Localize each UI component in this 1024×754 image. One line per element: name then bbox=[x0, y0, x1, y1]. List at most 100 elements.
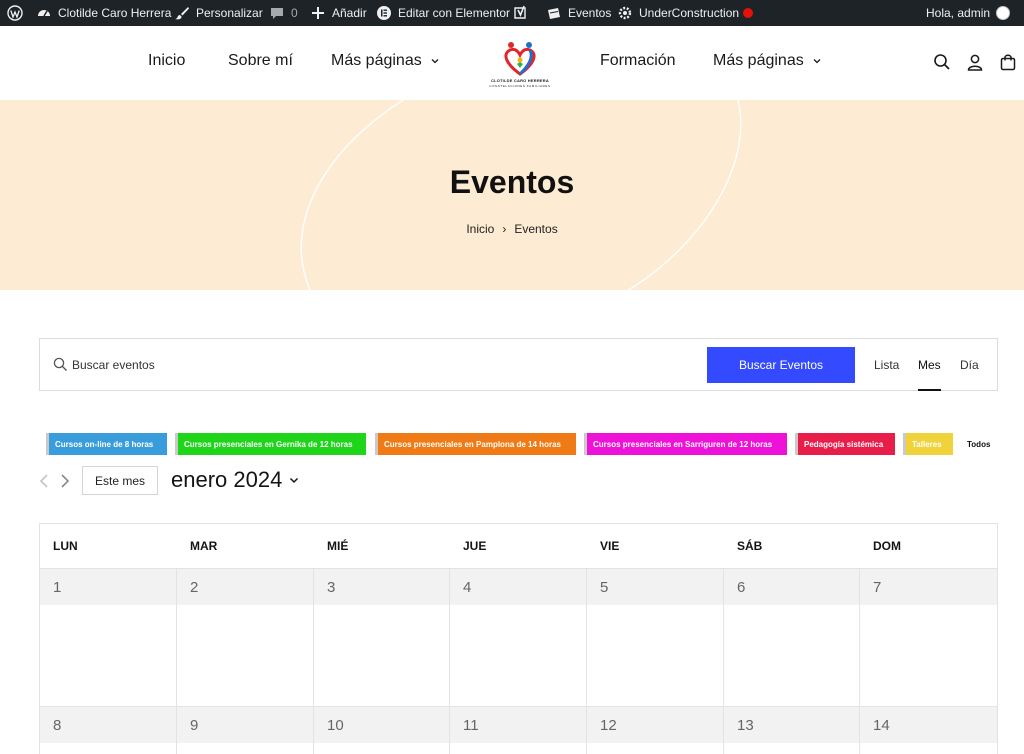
day-number: 11 bbox=[463, 717, 479, 734]
breadcrumb-home[interactable]: Inicio bbox=[466, 222, 494, 236]
calendar-day-cell[interactable]: 11 bbox=[450, 706, 587, 754]
chevron-down-icon bbox=[290, 477, 299, 484]
calendar-day-cell[interactable]: 13 bbox=[724, 706, 860, 754]
calendar-day-cell[interactable]: 12 bbox=[587, 706, 724, 754]
weekday-header: DOM bbox=[873, 539, 901, 553]
logo-text-name: CLOTILDE CARO HERRERA bbox=[491, 78, 549, 83]
calendar-day-cell[interactable]: 5 bbox=[587, 568, 724, 706]
yoast-icon bbox=[513, 5, 529, 21]
search-events-button[interactable]: Buscar Eventos bbox=[707, 347, 855, 383]
day-number: 3 bbox=[327, 579, 336, 596]
day-number: 10 bbox=[327, 717, 344, 734]
page-hero: Eventos Inicio › Eventos bbox=[0, 100, 1024, 290]
admin-add-new[interactable]: Añadir bbox=[310, 0, 367, 26]
category-filter-talleres[interactable]: Talleres bbox=[903, 433, 953, 455]
weekday-header: LUN bbox=[53, 539, 78, 553]
admin-customize-label: Personalizar bbox=[196, 6, 263, 20]
cart-icon[interactable] bbox=[999, 53, 1017, 71]
nav-mas-paginas-1[interactable]: Más páginas bbox=[331, 52, 440, 70]
logo-text-subtitle: CONSTELACIONES FAMILIARES bbox=[489, 84, 551, 88]
admin-comments[interactable]: 0 bbox=[269, 0, 298, 26]
user-icon[interactable] bbox=[966, 53, 984, 71]
weekday-header: SÁB bbox=[737, 539, 763, 553]
nav-mas-paginas-2-label: Más páginas bbox=[713, 52, 804, 69]
view-tab-list[interactable]: Lista bbox=[874, 358, 899, 372]
day-number: 12 bbox=[600, 717, 617, 734]
admin-account[interactable]: Hola, admin bbox=[926, 0, 1011, 26]
calendar-day-cell[interactable]: 1 bbox=[40, 568, 177, 706]
admin-site-name-label: Clotilde Caro Herrera bbox=[58, 6, 172, 20]
calendar-day-cell[interactable]: 6 bbox=[724, 568, 860, 706]
day-number: 14 bbox=[873, 717, 890, 734]
calendar-day-cell[interactable]: 3 bbox=[314, 568, 450, 706]
view-tab-month[interactable]: Mes bbox=[918, 358, 941, 372]
header-search-icon[interactable] bbox=[933, 53, 951, 71]
breadcrumb-separator: › bbox=[502, 222, 507, 236]
calendar-day-cell[interactable]: 8 bbox=[40, 706, 177, 754]
page-title: Eventos bbox=[449, 164, 575, 200]
breadcrumb-current: Eventos bbox=[514, 222, 558, 236]
nav-mas-paginas-2[interactable]: Más páginas bbox=[713, 52, 822, 70]
comment-icon bbox=[269, 5, 285, 21]
gear-icon bbox=[617, 5, 633, 21]
month-picker[interactable]: enero 2024 bbox=[171, 467, 300, 493]
category-filter-all[interactable]: Todos bbox=[967, 433, 990, 455]
avatar bbox=[996, 6, 1011, 20]
category-filter-pedagogia[interactable]: Pedagogía sistémica bbox=[795, 433, 895, 455]
calendar-day-cell[interactable]: 9 bbox=[177, 706, 314, 754]
admin-under-construction-label: UnderConstruction bbox=[639, 6, 740, 20]
day-number: 2 bbox=[190, 579, 199, 596]
category-filter-online[interactable]: Cursos on-line de 8 horas bbox=[46, 433, 167, 455]
day-number: 6 bbox=[737, 579, 746, 596]
category-filter-pamplona[interactable]: Cursos presenciales en Pamplona de 14 ho… bbox=[375, 433, 576, 455]
dashboard-icon bbox=[36, 5, 52, 21]
status-dot-icon bbox=[743, 8, 754, 18]
admin-elementor-label: Editar con Elementor bbox=[398, 6, 511, 20]
day-number: 8 bbox=[53, 717, 62, 734]
next-month-icon[interactable] bbox=[58, 473, 72, 489]
view-tab-day[interactable]: Día bbox=[960, 358, 979, 372]
admin-events[interactable]: Eventos bbox=[546, 0, 611, 26]
month-calendar: LUN MAR MIÉ JUE VIE SÁB DOM 1 2 3 4 5 6 … bbox=[39, 523, 998, 754]
search-icon bbox=[53, 357, 67, 371]
calendar-day-cell[interactable]: 7 bbox=[860, 568, 997, 706]
category-filter-sarriguren[interactable]: Cursos presenciales en Sarriguren de 12 … bbox=[584, 433, 787, 455]
admin-events-label: Eventos bbox=[568, 6, 612, 20]
search-input[interactable] bbox=[72, 352, 672, 378]
admin-site-name[interactable]: Clotilde Caro Herrera bbox=[36, 0, 171, 26]
nav-sobre-mi[interactable]: Sobre mí bbox=[228, 52, 293, 70]
admin-yoast[interactable] bbox=[513, 0, 535, 26]
breadcrumb: Inicio › Eventos bbox=[0, 222, 1024, 236]
site-header: Inicio Sobre mí Más páginas CLOTILDE CAR… bbox=[0, 26, 1024, 100]
calendar-day-cell[interactable]: 4 bbox=[450, 568, 587, 706]
day-number: 13 bbox=[737, 717, 754, 734]
weekday-header: VIE bbox=[600, 539, 620, 553]
wordpress-logo-link[interactable] bbox=[7, 0, 29, 26]
logo-icon bbox=[504, 42, 536, 76]
nav-inicio[interactable]: Inicio bbox=[148, 52, 185, 70]
calendar-day-cell[interactable]: 14 bbox=[860, 706, 997, 754]
brush-icon bbox=[174, 5, 190, 21]
day-number: 1 bbox=[53, 579, 62, 596]
category-filter-gernika[interactable]: Cursos presenciales en Gernika de 12 hor… bbox=[175, 433, 366, 455]
day-number: 7 bbox=[873, 579, 882, 596]
admin-bar: Clotilde Caro Herrera Personalizar 0 Aña… bbox=[0, 0, 1024, 26]
current-month-label: enero 2024 bbox=[171, 467, 283, 492]
today-button[interactable]: Este mes bbox=[82, 466, 158, 495]
events-search-bar: Buscar Eventos Lista Mes Día bbox=[39, 338, 998, 391]
calendar-day-cell[interactable]: 10 bbox=[314, 706, 450, 754]
active-view-indicator bbox=[918, 389, 941, 391]
admin-elementor[interactable]: Editar con Elementor bbox=[376, 0, 510, 26]
calendar-day-cell[interactable]: 2 bbox=[177, 568, 314, 706]
site-logo[interactable]: CLOTILDE CARO HERRERA CONSTELACIONES FAM… bbox=[488, 38, 552, 94]
admin-comments-count: 0 bbox=[291, 6, 298, 20]
chevron-down-icon bbox=[813, 59, 821, 64]
day-number: 9 bbox=[190, 717, 199, 734]
day-number: 5 bbox=[600, 579, 609, 596]
admin-customize[interactable]: Personalizar bbox=[174, 0, 263, 26]
admin-add-new-label: Añadir bbox=[332, 6, 367, 20]
nav-mas-paginas-1-label: Más páginas bbox=[331, 52, 422, 69]
nav-formacion[interactable]: Formación bbox=[600, 52, 676, 70]
admin-under-construction[interactable]: UnderConstruction bbox=[617, 0, 754, 26]
previous-month-icon[interactable] bbox=[37, 473, 51, 489]
